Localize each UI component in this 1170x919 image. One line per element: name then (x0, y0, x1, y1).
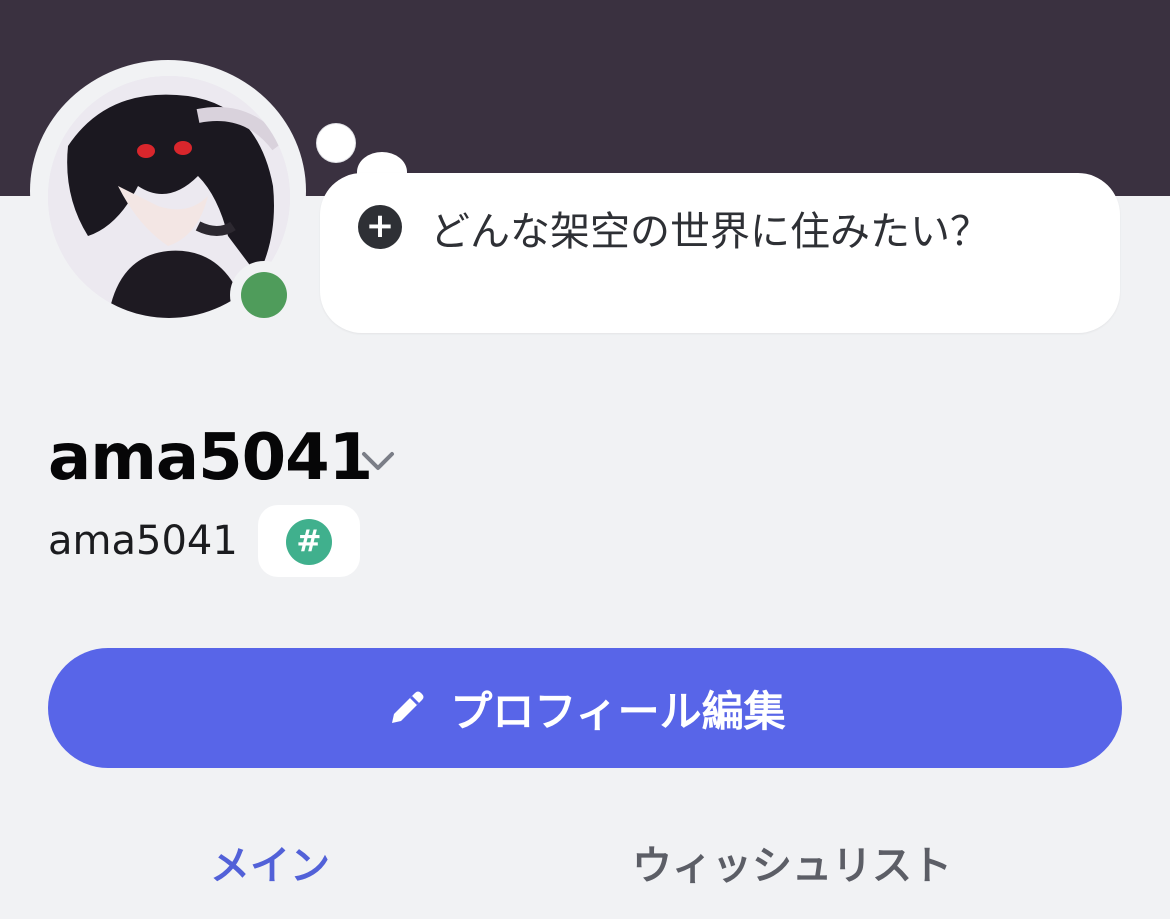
tab-wishlist[interactable]: ウィッシュリスト (632, 838, 952, 894)
hashtag-badge-icon: # (286, 519, 332, 565)
display-name: ama5041 (48, 421, 373, 495)
pencil-icon (392, 691, 424, 723)
thought-bubble-dot (317, 124, 355, 162)
edit-profile-button[interactable]: プロフィール編集 (48, 648, 1122, 768)
username: ama5041 (48, 518, 238, 564)
online-status-indicator (241, 272, 287, 318)
chevron-down-icon[interactable] (358, 446, 398, 476)
edit-profile-label: プロフィール編集 (450, 686, 786, 736)
tab-main[interactable]: メイン (210, 838, 330, 894)
status-prompt-text[interactable]: どんな架空の世界に住みたい？ (360, 208, 1050, 256)
